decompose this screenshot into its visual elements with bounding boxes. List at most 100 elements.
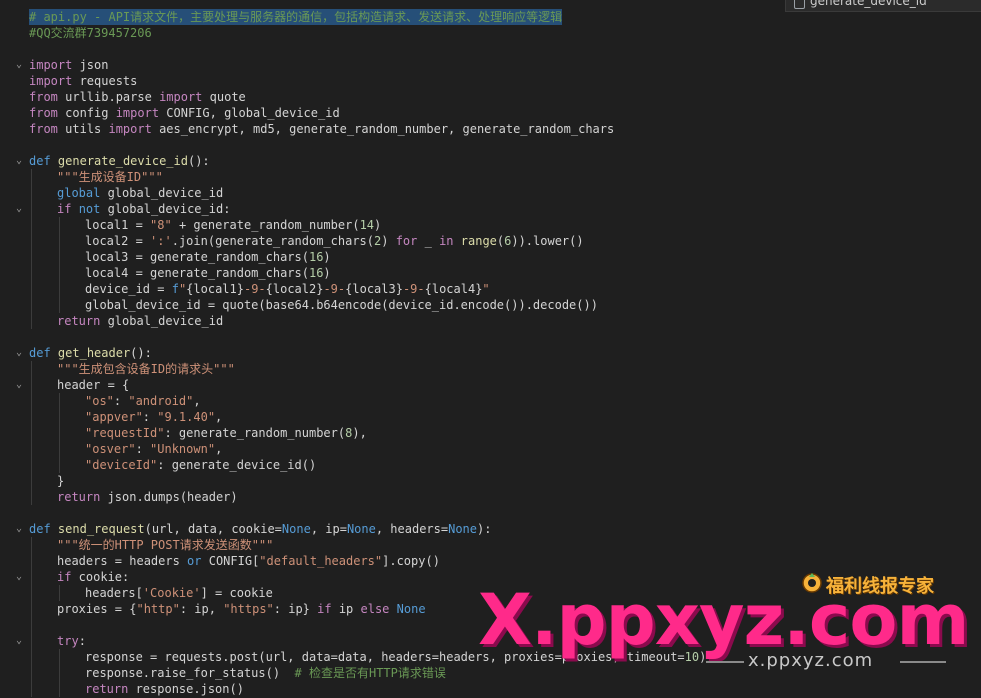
code-token: json — [72, 58, 109, 72]
code-token: not — [78, 202, 101, 216]
code-line[interactable]: ⌄ header = { — [0, 377, 981, 393]
code-token: -9- — [243, 282, 266, 296]
code-token: "os" — [85, 394, 114, 408]
code-line[interactable]: local3 = generate_random_chars(16) — [0, 249, 981, 265]
fold-chevron-icon[interactable]: ⌄ — [16, 636, 26, 646]
code-token: range — [460, 234, 497, 248]
code-text: def send_request(url, data, cookie=None,… — [29, 521, 491, 537]
code-text: if not global_device_id: — [57, 201, 230, 217]
code-text: """生成设备ID""" — [57, 169, 163, 185]
indent-guide — [31, 537, 32, 697]
code-line[interactable] — [0, 329, 981, 345]
code-line[interactable]: "osver": "Unknown", — [0, 441, 981, 457]
code-token: + generate_random_number( — [171, 218, 360, 232]
code-line[interactable]: ⌄ def send_request(url, data, cookie=None… — [0, 521, 981, 537]
code-line[interactable]: global global_device_id — [0, 185, 981, 201]
code-line[interactable]: ⌄ import json — [0, 57, 981, 73]
code-token: return — [57, 490, 101, 504]
indent-guide — [59, 649, 60, 697]
code-line[interactable]: from config import CONFIG, global_device… — [0, 105, 981, 121]
code-line[interactable]: from urllib.parse import quote — [0, 89, 981, 105]
symbol-icon — [794, 0, 805, 9]
fold-chevron-icon[interactable]: ⌄ — [16, 572, 26, 582]
code-line[interactable]: import requests — [0, 73, 981, 89]
code-token: 'Cookie' — [142, 586, 201, 600]
code-line[interactable]: "deviceId": generate_device_id() — [0, 457, 981, 473]
code-text: local2 = ':'.join(generate_random_chars(… — [85, 233, 584, 249]
code-line[interactable]: """统一的HTTP POST请求发送函数""" — [0, 537, 981, 553]
code-token: : — [78, 634, 86, 648]
code-token: {local4} — [424, 282, 483, 296]
code-token: or — [187, 554, 202, 568]
code-text: response.raise_for_status() # 检查是否有HTTP请… — [85, 665, 446, 681]
code-token: global_device_id: — [100, 202, 231, 216]
fold-chevron-icon[interactable]: ⌄ — [16, 156, 26, 166]
code-token: return — [57, 314, 101, 328]
watermark-rule-left — [706, 661, 744, 663]
code-token: cookie: — [71, 570, 130, 584]
code-text: local1 = "8" + generate_random_number(14… — [85, 217, 381, 233]
code-line[interactable]: # api.py - API请求文件，主要处理与服务器的通信，包括构造请求、发送… — [0, 9, 981, 25]
code-line[interactable]: } — [0, 473, 981, 489]
code-line[interactable]: ⌄ if not global_device_id: — [0, 201, 981, 217]
code-text: "deviceId": generate_device_id() — [85, 457, 316, 473]
code-line[interactable]: global_device_id = quote(base64.b64encod… — [0, 297, 981, 313]
code-token: global_device_id — [100, 314, 224, 328]
code-token: "9.1.40" — [157, 410, 216, 424]
code-line[interactable]: return response.json() — [0, 681, 981, 697]
code-token: get_header — [57, 346, 131, 360]
code-line[interactable]: ⌄ def generate_device_id(): — [0, 153, 981, 169]
code-line[interactable]: "os": "android", — [0, 393, 981, 409]
code-line[interactable]: headers = headers or CONFIG["default_hea… — [0, 553, 981, 569]
code-token: import — [108, 122, 152, 136]
code-line[interactable] — [0, 505, 981, 521]
code-token: generate_device_id — [57, 154, 188, 168]
code-token: urllib.parse — [57, 90, 160, 104]
fold-chevron-icon[interactable]: ⌄ — [16, 60, 26, 70]
code-line[interactable]: "requestId": generate_random_number(8), — [0, 425, 981, 441]
fold-chevron-icon[interactable]: ⌄ — [16, 380, 26, 390]
code-line[interactable]: #QQ交流群739457206 — [0, 25, 981, 41]
code-token: None — [281, 522, 311, 536]
code-line[interactable]: local4 = generate_random_chars(16) — [0, 265, 981, 281]
code-line[interactable]: return global_device_id — [0, 313, 981, 329]
code-token: header = { — [57, 378, 130, 392]
code-token: None — [448, 522, 477, 536]
code-line[interactable]: """生成包含设备ID的请求头""" — [0, 361, 981, 377]
code-line[interactable] — [0, 41, 981, 57]
fold-chevron-icon[interactable]: ⌄ — [16, 348, 26, 358]
code-token: )).lower() — [511, 234, 584, 248]
code-token: proxies = { — [57, 602, 137, 616]
code-line[interactable]: local1 = "8" + generate_random_number(14… — [0, 217, 981, 233]
code-line[interactable]: local2 = ':'.join(generate_random_chars(… — [0, 233, 981, 249]
code-token: .join(generate_random_chars( — [171, 234, 375, 248]
code-text: from urllib.parse import quote — [29, 89, 246, 105]
code-token: , — [215, 410, 223, 424]
code-line[interactable] — [0, 137, 981, 153]
code-line[interactable]: "appver": "9.1.40", — [0, 409, 981, 425]
code-token: import — [159, 90, 203, 104]
code-token: else — [360, 602, 390, 616]
code-token: None — [346, 522, 376, 536]
code-token: (): — [187, 154, 210, 168]
code-token: """统一的HTTP POST请求发送函数""" — [57, 538, 274, 552]
code-line[interactable]: """生成设备ID""" — [0, 169, 981, 185]
code-text: import json — [29, 57, 108, 73]
fold-chevron-icon[interactable]: ⌄ — [16, 524, 26, 534]
code-line[interactable]: return json.dumps(header) — [0, 489, 981, 505]
code-token: def — [29, 154, 51, 168]
code-token: try — [57, 634, 79, 648]
code-line[interactable]: ⌄ def get_header(): — [0, 345, 981, 361]
indent-guide — [59, 217, 60, 313]
fold-chevron-icon[interactable]: ⌄ — [16, 204, 26, 214]
code-text: return json.dumps(header) — [57, 489, 238, 505]
code-token: for — [395, 234, 418, 248]
code-token: from — [29, 106, 58, 120]
code-token: device_id = — [85, 282, 172, 296]
code-token: import — [29, 74, 73, 88]
code-line[interactable]: device_id = f"{local1}-9-{local2}-9-{loc… — [0, 281, 981, 297]
code-text: return global_device_id — [57, 313, 223, 329]
code-line[interactable]: from utils import aes_encrypt, md5, gene… — [0, 121, 981, 137]
